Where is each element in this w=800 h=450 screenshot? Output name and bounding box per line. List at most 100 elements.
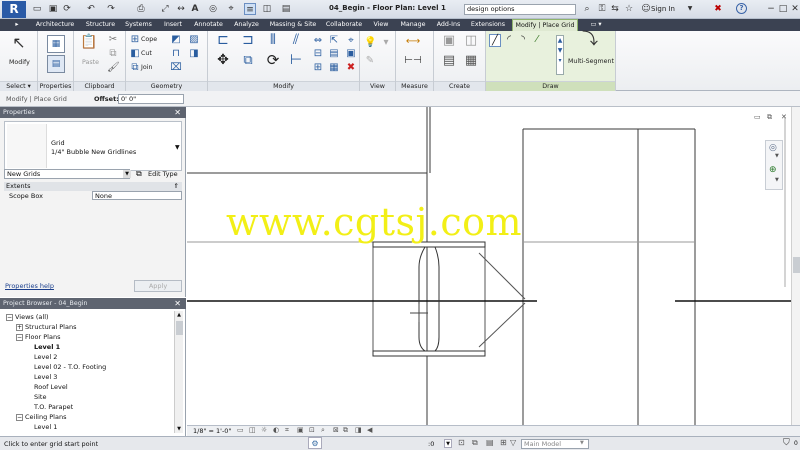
tab-add-ins[interactable]: Add-Ins [432,19,465,31]
split-icon[interactable]: ⇔ [312,35,324,46]
save-icon[interactable]: ▣ [48,3,58,15]
offset-input[interactable]: 0' 0" [118,94,184,104]
view-close-icon[interactable]: ✕ [781,113,787,121]
sign-in-link[interactable]: Sign In [651,5,675,13]
line-draw-icon[interactable]: ╱ [489,34,501,47]
print-icon[interactable]: ⎙ [136,3,146,15]
properties-icon[interactable]: ▦ [47,35,65,53]
tab-manage[interactable]: Manage [397,19,429,31]
match-properties-icon[interactable]: 🖌 [107,62,120,73]
draw-scroll-icon[interactable]: ▲ ▼ ▾ [556,35,564,75]
chevron-down-icon[interactable]: ▼ [175,144,180,151]
detail-level-icon[interactable]: ▭ [237,426,244,434]
tab-structure[interactable]: Structure [83,19,118,31]
tab-architecture[interactable]: Architecture [30,19,80,31]
tab-collaborate[interactable]: Collaborate [323,19,365,31]
scroll-thumb[interactable] [176,321,183,335]
redo-icon[interactable]: ↷ [106,3,116,15]
browser-tree-item[interactable]: Level 2 [26,352,57,362]
dimension-icon[interactable]: ↔ [176,3,186,15]
measure-between-icon[interactable]: ⟷ [400,36,426,47]
tab-massing-site[interactable]: Massing & Site [267,19,319,31]
delete-x-icon[interactable]: ✖ [345,62,357,73]
scroll-down-icon[interactable]: ▼ [175,425,183,433]
browser-tree-item[interactable]: − Ceiling Plans [16,412,66,422]
trim-extend-icon[interactable]: ⊢ [286,53,306,67]
select-links-icon[interactable]: ⧉ [472,438,478,448]
help-button[interactable]: ? [736,3,747,14]
multi-segment-icon[interactable]: ⤵ [581,31,599,55]
scope-box-field[interactable]: None [92,191,182,200]
chevron-down-icon[interactable]: ▼ [580,440,584,446]
minimize-icon[interactable]: − [766,3,776,15]
user-icon[interactable]: ☺ [641,3,651,15]
browser-tree-item[interactable]: Site [26,392,46,402]
demolish-icon[interactable]: ⌧ [170,62,182,73]
select-underlay-icon[interactable]: ▤ [486,438,494,447]
browser-tree-item[interactable]: + Structural Plans [16,322,76,332]
tab-modify-place-grid[interactable]: Modify | Place Grid [512,19,578,31]
multi-segment-button[interactable]: Multi-Segment [568,58,614,65]
copy-icon[interactable]: ⧉ [107,48,119,59]
close-icon[interactable]: ✕ [174,107,181,118]
create-parts-icon[interactable]: ◫ [462,34,480,53]
tab-annotate[interactable]: Annotate [190,19,227,31]
type-selector[interactable]: Grid 1/4" Bubble New Gridlines ▼ [4,121,182,171]
shadows-icon[interactable]: ◐ [273,426,279,434]
editable-only-icon[interactable]: ⊡ [458,438,465,447]
paint-icon[interactable]: ▨ [188,34,200,45]
cut-icon[interactable]: ✂ [107,34,119,45]
modify-button[interactable]: Modify [9,59,30,66]
apply-button[interactable]: Apply [134,280,182,292]
pin-icon[interactable]: ▤ [328,48,340,59]
override-pencil-icon[interactable]: ✎ [364,55,376,66]
browser-tree-item[interactable]: − Floor Plans [16,332,60,342]
text-icon[interactable]: A [190,3,200,15]
collapse-icon[interactable]: − [6,313,13,321]
analytical-model-icon[interactable]: ◨ [355,426,362,434]
reveal-hidden-icon[interactable]: ⊠ [333,426,339,434]
type-properties-icon[interactable]: ▤ [47,55,65,73]
collapse-icon[interactable]: ⇑ [174,182,179,191]
expand-icon[interactable]: + [16,323,23,331]
undo-icon[interactable]: ↶ [86,3,96,15]
sun-path-icon[interactable]: ☼ [261,426,267,434]
open-icon[interactable]: ▭ [32,3,42,15]
instance-filter-select[interactable]: New Grids [4,169,130,179]
cope-button[interactable]: Cope [141,36,157,43]
scale-icon[interactable]: ⇱ [328,35,340,46]
view-tile-icon[interactable]: ⧉ [767,113,772,122]
tab-systems[interactable]: Systems [121,19,156,31]
chevron-down-icon[interactable]: ▼ [775,177,779,183]
cope-icon[interactable]: ⊞ [130,34,140,45]
unjoin-icon[interactable]: ◨ [188,48,200,59]
browser-tree-item[interactable]: Level 1 [26,422,57,432]
cut-geometry-button[interactable]: Cut [141,50,152,57]
scroll-left-icon[interactable]: ◀ [367,426,372,434]
offset-icon[interactable]: ⊐ [238,33,258,47]
wall-joins-icon[interactable]: ⊓ [170,48,182,59]
design-option-field[interactable]: Main Model [521,439,589,449]
maximize-icon[interactable]: □ [778,3,788,15]
properties-help-link[interactable]: Properties help [5,282,54,290]
filter-icon[interactable]: ▽ [510,438,516,447]
floor-plan-drawing[interactable] [187,107,800,436]
join-button[interactable]: Join [141,64,152,71]
tab-quick-menu[interactable]: ▸ [6,19,28,31]
array-icon[interactable]: ⊞ [312,62,324,73]
thin-lines-icon[interactable]: ≡ [244,3,256,15]
arc-start-end-icon[interactable]: ◜ [503,34,515,45]
sync-icon[interactable]: ⟳ [62,3,72,15]
visual-style-icon[interactable]: ◫ [249,426,256,434]
3d-view-icon[interactable]: ◎ [208,3,218,15]
modify-cursor-icon[interactable]: ↖ [10,35,28,55]
join-icon[interactable]: ⧉ [130,62,140,73]
select-dropdown[interactable]: Select ▾ [0,81,37,91]
worksharing-icon[interactable]: ⧉ [343,426,348,435]
subscription-icon[interactable]: ⚿ [597,3,607,15]
scroll-thumb[interactable] [793,257,800,273]
scroll-up-icon[interactable]: ▲ [175,311,183,319]
paste-icon[interactable]: 📋 [80,35,98,55]
chevron-down-icon[interactable]: ▼ [686,3,694,15]
search-input[interactable]: design options [464,4,576,15]
